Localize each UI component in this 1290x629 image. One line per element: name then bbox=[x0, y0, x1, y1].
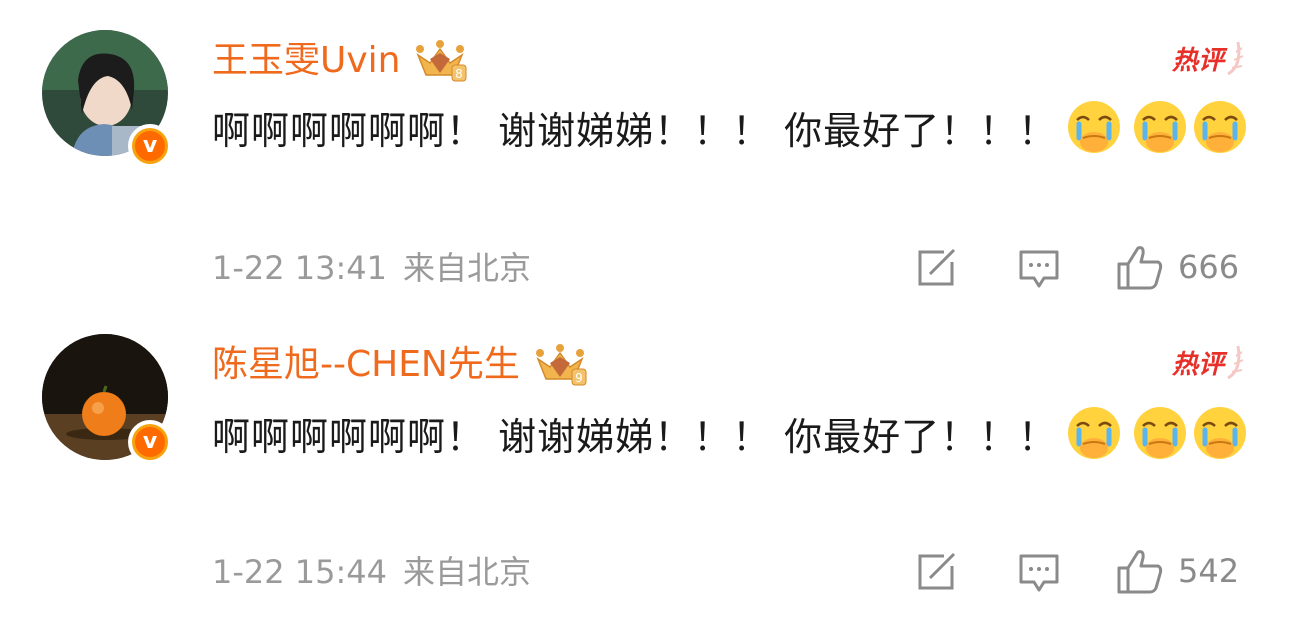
reply-button[interactable] bbox=[1018, 552, 1060, 594]
like-icon bbox=[1117, 550, 1163, 594]
location: 来自北京 bbox=[403, 249, 532, 287]
crying-emoji-icon bbox=[1191, 98, 1249, 156]
comment-meta: 1-22 13:41 来自北京 bbox=[212, 248, 531, 288]
like-count: 666 bbox=[1178, 248, 1240, 286]
crying-emoji-icon bbox=[1131, 404, 1189, 462]
verified-badge-icon: v bbox=[128, 420, 172, 464]
verified-badge-icon: v bbox=[128, 124, 172, 168]
share-icon bbox=[918, 248, 956, 286]
username-row: 王玉雯Uvin 8 bbox=[212, 38, 468, 84]
crying-emoji-icon bbox=[1065, 404, 1123, 462]
comment-icon bbox=[1019, 554, 1059, 592]
share-button[interactable] bbox=[916, 248, 958, 288]
crown-level: 8 bbox=[456, 67, 464, 81]
comment-meta: 1-22 15:44 来自北京 bbox=[212, 552, 531, 592]
timestamp: 1-22 15:44 bbox=[212, 553, 388, 591]
username[interactable]: 王玉雯Uvin bbox=[212, 38, 400, 84]
like-button[interactable]: 542 bbox=[1116, 548, 1239, 594]
crown-icon: 9 bbox=[535, 344, 587, 386]
share-button[interactable] bbox=[916, 552, 958, 592]
hot-decoration-icon bbox=[1227, 41, 1244, 76]
comment-icon bbox=[1019, 250, 1059, 288]
hot-decoration-icon bbox=[1227, 345, 1244, 380]
comment-text-block: 啊啊啊啊啊啊！ 谢谢娣娣！！！ 你最好了！！！ bbox=[212, 404, 1252, 469]
comment-text: 啊啊啊啊啊啊！ 谢谢娣娣！！！ 你最好了！！！ bbox=[212, 109, 1058, 153]
crown-level: 9 bbox=[575, 371, 583, 385]
username[interactable]: 陈星旭--CHEN先生 bbox=[212, 342, 520, 388]
like-count: 542 bbox=[1178, 552, 1240, 590]
comment-text: 啊啊啊啊啊啊！ 谢谢娣娣！！！ 你最好了！！！ bbox=[212, 415, 1058, 459]
like-icon bbox=[1117, 246, 1163, 290]
share-icon bbox=[918, 552, 956, 590]
reply-button[interactable] bbox=[1018, 248, 1060, 290]
hot-comment-label: 热评 bbox=[1172, 46, 1225, 76]
crying-emoji-icon bbox=[1131, 98, 1189, 156]
like-button[interactable]: 666 bbox=[1116, 244, 1239, 290]
username-row: 陈星旭--CHEN先生 9 bbox=[212, 342, 588, 388]
comment-text-block: 啊啊啊啊啊啊！ 谢谢娣娣！！！ 你最好了！！！ bbox=[212, 98, 1252, 163]
crown-icon: 8 bbox=[416, 40, 467, 82]
timestamp: 1-22 13:41 bbox=[212, 249, 388, 287]
hot-comment-label: 热评 bbox=[1172, 350, 1225, 380]
crying-emoji-icon bbox=[1065, 98, 1123, 156]
location: 来自北京 bbox=[403, 553, 532, 591]
crying-emoji-icon bbox=[1191, 404, 1249, 462]
